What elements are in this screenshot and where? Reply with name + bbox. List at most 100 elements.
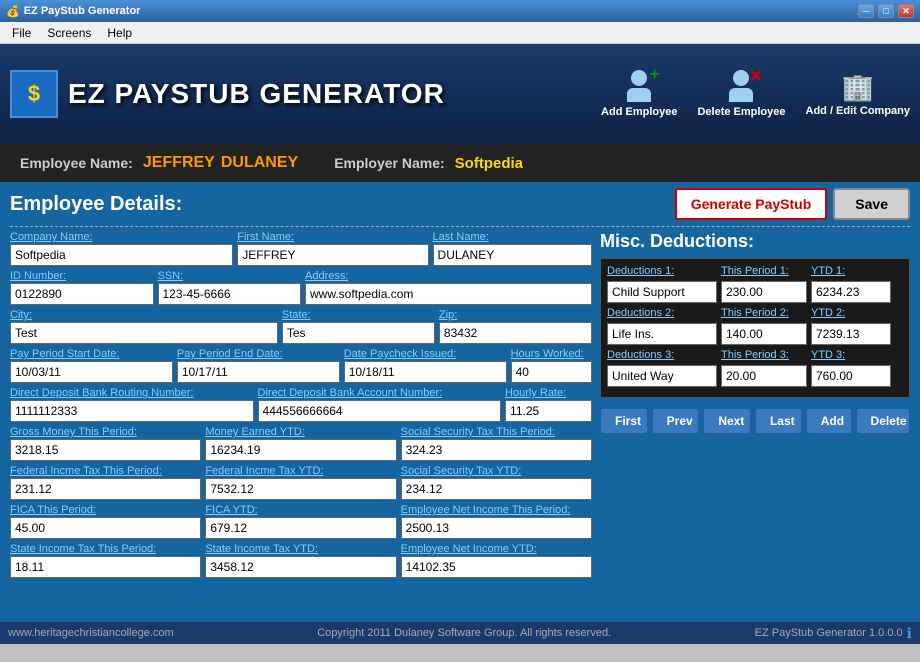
save-button[interactable]: Save — [833, 188, 910, 220]
paycheck-date-group: Date Paycheck Issued: — [344, 348, 507, 383]
main-content: Employee Details: Generate PayStub Save … — [0, 182, 920, 622]
ded2-ytd-input[interactable] — [811, 323, 891, 345]
first-button[interactable]: First — [600, 408, 648, 434]
generate-paystub-button[interactable]: Generate PayStub — [675, 188, 828, 220]
add-employee-button[interactable]: + Add Employee — [601, 70, 677, 118]
footer: www.heritagechristiancollege.com Copyrig… — [0, 622, 920, 644]
ss-tax-ytd-group: Social Security Tax YTD: — [401, 465, 592, 500]
hourly-rate-input[interactable] — [505, 400, 592, 422]
ded2-name-input[interactable] — [607, 323, 717, 345]
add-button[interactable]: Add — [806, 408, 852, 434]
gross-money-input[interactable] — [10, 439, 201, 461]
zip-input[interactable] — [439, 322, 592, 344]
header: $ EZ PAYSTUB GENERATOR + Add Employee ✕ … — [0, 44, 920, 144]
address-input[interactable] — [305, 283, 592, 305]
delete-employee-button[interactable]: ✕ Delete Employee — [697, 70, 785, 118]
pay-end-input[interactable] — [177, 361, 340, 383]
fed-income-ytd-group: Federal Incme Tax YTD: — [205, 465, 396, 500]
row-state-income: State Income Tax This Period: State Inco… — [10, 543, 592, 578]
fica-ytd-input[interactable] — [205, 517, 396, 539]
footer-right: EZ PayStub Generator 1.0.0.0 ℹ — [755, 625, 912, 642]
paycheck-date-input[interactable] — [344, 361, 507, 383]
emp-details-title: Employee Details: — [10, 193, 182, 216]
prev-button[interactable]: Prev — [652, 408, 700, 434]
minimize-button[interactable]: ─ — [858, 4, 874, 18]
emp-last-name: DULANEY — [221, 154, 298, 172]
footer-copyright: Copyright 2011 Dulaney Software Group. A… — [317, 627, 611, 639]
menu-file[interactable]: File — [4, 24, 39, 42]
deductions-table: Deductions 1: This Period 1: YTD 1: Dedu… — [600, 258, 910, 398]
row-id-ssn: ID Number: SSN: Address: — [10, 270, 592, 305]
company-name-group: Company Name: — [10, 231, 233, 266]
bank-account-input[interactable] — [258, 400, 502, 422]
fed-income-period-group: Federal Incme Tax This Period: — [10, 465, 201, 500]
separator — [10, 226, 910, 227]
delete-button[interactable]: Delete — [856, 408, 910, 434]
bank-routing-group: Direct Deposit Bank Routing Number: — [10, 387, 254, 422]
ssn-input[interactable] — [158, 283, 302, 305]
ded1-ytd-input[interactable] — [811, 281, 891, 303]
ded3-ytd-input[interactable] — [811, 365, 891, 387]
menu-screens[interactable]: Screens — [39, 24, 99, 42]
ded1-name-input[interactable] — [607, 281, 717, 303]
pay-end-group: Pay Period End Date: — [177, 348, 340, 383]
ded1-period-input[interactable] — [721, 281, 807, 303]
first-name-input[interactable] — [237, 244, 428, 266]
employer-label: Employer Name: — [334, 155, 444, 171]
city-input[interactable] — [10, 322, 278, 344]
app-icon: 💰 — [6, 5, 20, 18]
state-income-ytd-input[interactable] — [205, 556, 396, 578]
fica-period-input[interactable] — [10, 517, 201, 539]
ded3-period-input[interactable] — [721, 365, 807, 387]
close-button[interactable]: ✕ — [898, 4, 914, 18]
add-edit-company-button[interactable]: 🏢 Add / Edit Company — [806, 72, 911, 117]
ded2-period-input[interactable] — [721, 323, 807, 345]
state-income-period-input[interactable] — [10, 556, 201, 578]
menu-help[interactable]: Help — [99, 24, 140, 42]
fica-ytd-group: FICA YTD: — [205, 504, 396, 539]
emp-net-income-period-label: Employee Net Income This Period: — [401, 504, 592, 516]
next-button[interactable]: Next — [703, 408, 751, 434]
pay-start-input[interactable] — [10, 361, 173, 383]
id-number-group: ID Number: — [10, 270, 154, 305]
hours-worked-label: Hours Worked: — [511, 348, 592, 360]
ded1-num-label: Deductions 1: — [607, 265, 717, 277]
ded2-num-label: Deductions 2: — [607, 307, 717, 319]
header-actions: + Add Employee ✕ Delete Employee 🏢 Add /… — [601, 44, 910, 144]
deduction-row-3: Deductions 3: This Period 3: YTD 3: — [607, 349, 903, 387]
details-header-row: Employee Details: Generate PayStub Save — [10, 188, 910, 220]
ss-tax-ytd-input[interactable] — [401, 478, 592, 500]
emp-net-income-ytd-input[interactable] — [401, 556, 592, 578]
state-input[interactable] — [282, 322, 435, 344]
fed-income-period-input[interactable] — [10, 478, 201, 500]
emp-net-income-period-input[interactable] — [401, 517, 592, 539]
footer-left: www.heritagechristiancollege.com — [8, 627, 174, 639]
form-right: Misc. Deductions: Deductions 1: This Per… — [600, 231, 910, 582]
maximize-button[interactable]: □ — [878, 4, 894, 18]
info-icon[interactable]: ℹ — [907, 625, 912, 642]
address-label: Address: — [305, 270, 592, 282]
ded1-ytd-label: YTD 1: — [811, 265, 891, 277]
state-income-ytd-label: State Income Tax YTD: — [205, 543, 396, 555]
fed-income-ytd-input[interactable] — [205, 478, 396, 500]
header-buttons: Generate PayStub Save — [675, 188, 910, 220]
address-group: Address: — [305, 270, 592, 305]
first-name-group: First Name: — [237, 231, 428, 266]
hours-worked-group: Hours Worked: — [511, 348, 592, 383]
ded3-num-label: Deductions 3: — [607, 349, 717, 361]
fed-income-ytd-label: Federal Incme Tax YTD: — [205, 465, 396, 477]
ded3-name-input[interactable] — [607, 365, 717, 387]
company-name-input[interactable] — [10, 244, 233, 266]
menu-bar: File Screens Help — [0, 22, 920, 44]
emp-first-name: JEFFREY — [143, 154, 215, 172]
gross-money-label: Gross Money This Period: — [10, 426, 201, 438]
id-number-input[interactable] — [10, 283, 154, 305]
deduction-row-1: Deductions 1: This Period 1: YTD 1: — [607, 265, 903, 303]
ssn-label: SSN: — [158, 270, 302, 282]
last-name-input[interactable] — [433, 244, 592, 266]
bank-routing-input[interactable] — [10, 400, 254, 422]
hours-worked-input[interactable] — [511, 361, 592, 383]
last-button[interactable]: Last — [755, 408, 802, 434]
ss-tax-period-input[interactable] — [401, 439, 592, 461]
money-ytd-input[interactable] — [205, 439, 396, 461]
